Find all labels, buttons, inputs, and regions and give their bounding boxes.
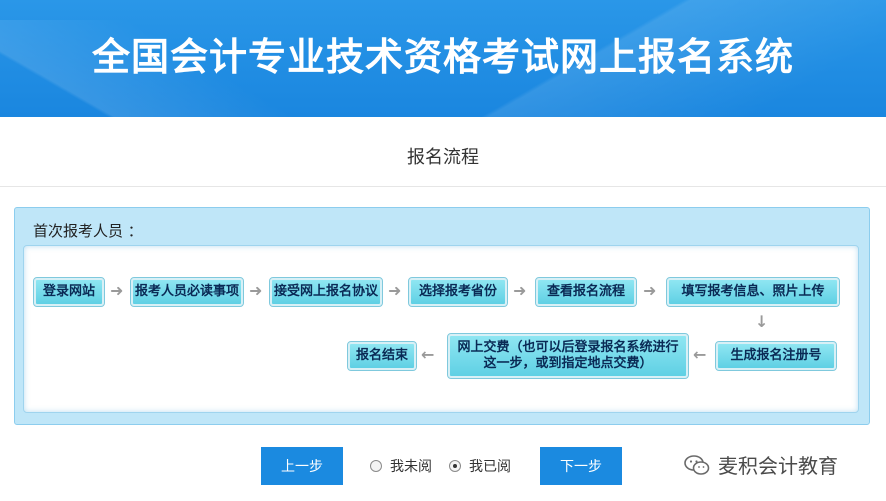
section-bar: 报名流程 — [0, 117, 886, 187]
watermark: 麦积会计教育 — [684, 450, 838, 479]
step-view-flow: 查看报名流程 — [535, 277, 637, 307]
watermark-text: 麦积会计教育 — [718, 454, 838, 478]
flow-diagram: 登录网站 ➜ 报考人员必读事项 ➜ 接受网上报名协议 ➜ 选择报考省份 ➜ 查看… — [23, 245, 859, 413]
prev-step-button[interactable]: 上一步 — [261, 447, 343, 485]
system-title: 全国会计专业技术资格考试网上报名系统 — [91, 35, 794, 79]
step-agreement: 接受网上报名协议 — [269, 277, 383, 307]
radio-unread-label: 我未阅 — [390, 459, 432, 475]
step-end: 报名结束 — [347, 341, 417, 371]
flow-panel: 首次报考人员 ： 登录网站 ➜ 报考人员必读事项 ➜ 接受网上报名协议 ➜ 选择… — [14, 207, 870, 425]
step-fill-info: 填写报考信息、照片上传 — [666, 277, 840, 307]
radio-circle-icon[interactable] — [370, 460, 382, 472]
step-online-payment: 网上交费（也可以后登录报名系统进行这一步，或到指定地点交费） — [447, 333, 689, 379]
arrow-right-icon: ➜ — [110, 281, 124, 300]
next-step-button[interactable]: 下一步 — [540, 447, 622, 485]
arrow-down-icon: ↓ — [755, 312, 769, 331]
radio-unread[interactable]: 我未阅 — [370, 456, 432, 476]
wechat-icon — [684, 454, 710, 476]
arrow-right-icon: ➜ — [643, 281, 657, 300]
radio-read-label: 我已阅 — [469, 459, 511, 475]
arrow-left-icon: ← — [693, 345, 707, 364]
page-title: 报名流程 — [407, 147, 479, 168]
arrow-right-icon: ➜ — [513, 281, 527, 300]
arrow-left-icon: ← — [421, 345, 435, 364]
step-province: 选择报考省份 — [408, 277, 508, 307]
step-register-number: 生成报名注册号 — [715, 341, 837, 371]
arrow-right-icon: ➜ — [249, 281, 263, 300]
step-notice: 报考人员必读事项 — [130, 277, 244, 307]
radio-read[interactable]: 我已阅 — [449, 456, 511, 476]
flow-label: 首次报考人员 ： — [33, 222, 143, 240]
radio-checked-icon[interactable] — [449, 460, 461, 472]
arrow-right-icon: ➜ — [388, 281, 402, 300]
step-login: 登录网站 — [33, 277, 105, 307]
header-banner: 全国会计专业技术资格考试网上报名系统 — [0, 0, 886, 117]
